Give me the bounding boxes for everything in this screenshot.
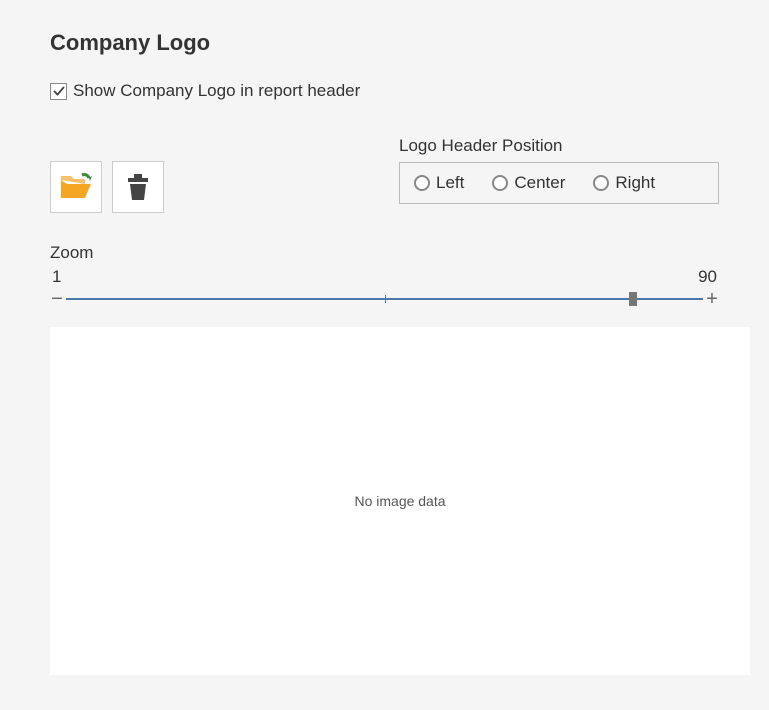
zoom-max-value: 90	[698, 267, 717, 287]
folder-open-icon	[59, 172, 93, 202]
zoom-min-value: 1	[52, 267, 61, 287]
zoom-decrement-button[interactable]: −	[50, 289, 64, 309]
check-icon	[53, 85, 65, 97]
position-group-label: Logo Header Position	[399, 136, 719, 156]
trash-icon	[124, 172, 152, 202]
position-center-radio[interactable]: Center	[492, 173, 565, 193]
position-radio-group: Left Center Right	[399, 162, 719, 204]
preview-placeholder: No image data	[354, 493, 445, 509]
position-right-label: Right	[615, 173, 655, 193]
page-title: Company Logo	[50, 30, 719, 56]
show-logo-label: Show Company Logo in report header	[73, 81, 360, 101]
show-logo-checkbox-row: Show Company Logo in report header	[50, 81, 719, 101]
show-logo-checkbox[interactable]	[50, 83, 67, 100]
radio-icon	[593, 175, 609, 191]
open-file-button[interactable]	[50, 161, 102, 213]
slider-tick	[385, 295, 386, 303]
zoom-slider[interactable]	[66, 292, 703, 306]
zoom-increment-button[interactable]: +	[705, 289, 719, 309]
position-center-label: Center	[514, 173, 565, 193]
radio-icon	[492, 175, 508, 191]
zoom-label: Zoom	[50, 243, 719, 263]
logo-preview: No image data	[50, 327, 750, 675]
position-right-radio[interactable]: Right	[593, 173, 655, 193]
position-left-label: Left	[436, 173, 464, 193]
delete-button[interactable]	[112, 161, 164, 213]
position-left-radio[interactable]: Left	[414, 173, 464, 193]
radio-icon	[414, 175, 430, 191]
zoom-slider-thumb[interactable]	[629, 292, 637, 306]
